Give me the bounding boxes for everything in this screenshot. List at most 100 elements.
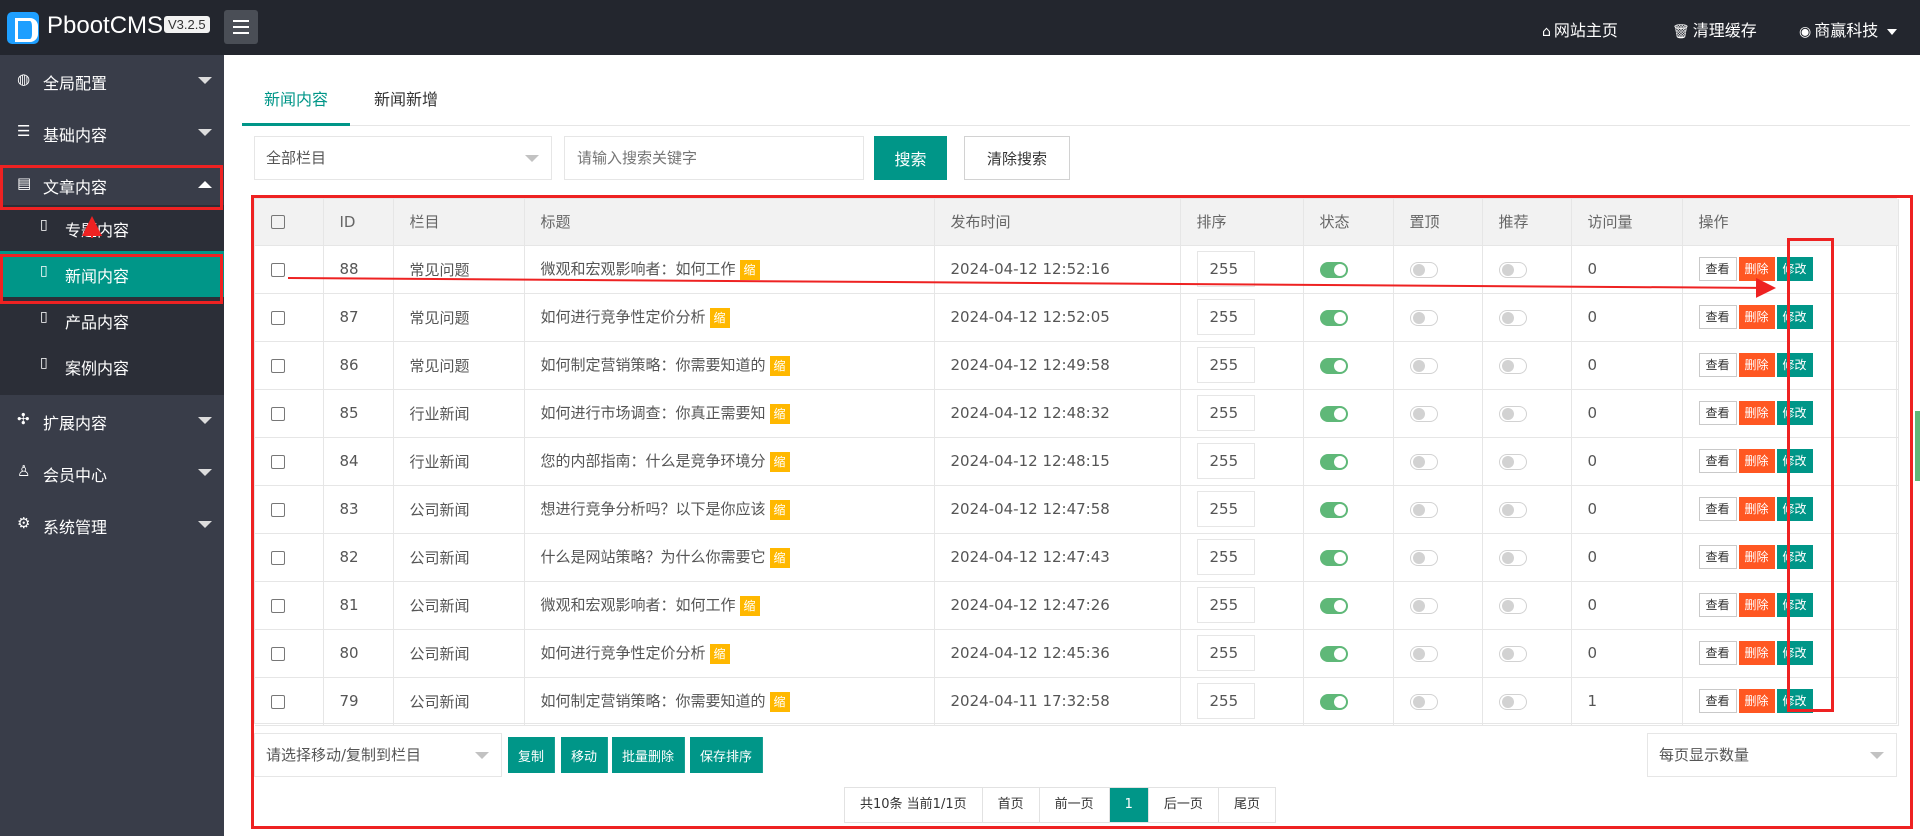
sidebar-item-member-center[interactable]: ♙ 会员中心 [0, 447, 224, 499]
status-toggle[interactable] [1319, 501, 1348, 518]
status-toggle[interactable] [1319, 357, 1348, 374]
edit-button[interactable]: 修改 [1776, 641, 1813, 665]
row-checkbox[interactable] [271, 502, 285, 517]
row-title[interactable]: 微观和宏观影响者：如何工作 [541, 260, 736, 278]
status-toggle[interactable] [1319, 645, 1348, 662]
delete-button[interactable]: 删除 [1738, 353, 1775, 377]
top-toggle[interactable] [1409, 549, 1438, 566]
sidebar-sub-news[interactable]: ▯ 新闻内容 [0, 251, 224, 297]
recommend-toggle[interactable] [1498, 549, 1527, 566]
status-toggle[interactable] [1319, 309, 1348, 326]
row-title[interactable]: 如何进行竞争性定价分析 [541, 308, 706, 326]
row-checkbox[interactable] [271, 694, 285, 709]
row-title[interactable]: 什么是网站策略？为什么你需要它 [541, 548, 766, 566]
view-button[interactable]: 查看 [1698, 305, 1737, 329]
delete-button[interactable]: 删除 [1738, 545, 1775, 569]
edit-button[interactable]: 修改 [1776, 449, 1813, 473]
recommend-toggle[interactable] [1498, 645, 1527, 662]
sidebar-sub-product[interactable]: ▯ 产品内容 [0, 297, 224, 343]
top-toggle[interactable] [1409, 501, 1438, 518]
category-select[interactable]: 全部栏目 [254, 136, 552, 180]
view-button[interactable]: 查看 [1698, 449, 1737, 473]
edit-button[interactable]: 修改 [1776, 401, 1813, 425]
top-toggle[interactable] [1409, 693, 1438, 710]
scrollbar-thumb[interactable] [1915, 411, 1920, 481]
next-page-button[interactable]: 后一页 [1148, 788, 1219, 822]
row-checkbox[interactable] [271, 310, 285, 325]
prev-page-button[interactable]: 前一页 [1039, 788, 1110, 822]
recommend-toggle[interactable] [1498, 453, 1527, 470]
row-title[interactable]: 如何制定营销策略：你需要知道的 [541, 356, 766, 374]
copy-button[interactable]: 复制 [508, 737, 556, 773]
sidebar-item-global-config[interactable]: ◍ 全局配置 [0, 55, 224, 107]
clear-search-button[interactable]: 清除搜索 [964, 136, 1070, 180]
menu-toggle-button[interactable] [224, 10, 258, 44]
move-copy-select[interactable]: 请选择移动/复制到栏目 [254, 733, 502, 777]
edit-button[interactable]: 修改 [1776, 689, 1813, 713]
delete-button[interactable]: 删除 [1738, 593, 1775, 617]
view-button[interactable]: 查看 [1698, 257, 1737, 281]
row-checkbox[interactable] [271, 262, 285, 277]
sidebar-item-system-manage[interactable]: ⚙ 系统管理 [0, 499, 224, 551]
top-toggle[interactable] [1409, 357, 1438, 374]
sidebar-item-basic-content[interactable]: ☰ 基础内容 [0, 107, 224, 159]
top-toggle[interactable] [1409, 405, 1438, 422]
view-button[interactable]: 查看 [1698, 401, 1737, 425]
edit-button[interactable]: 修改 [1776, 353, 1813, 377]
select-all-checkbox[interactable] [271, 215, 285, 230]
tab-news-add[interactable]: 新闻新增 [352, 77, 460, 126]
view-button[interactable]: 查看 [1698, 545, 1737, 569]
delete-button[interactable]: 删除 [1738, 257, 1775, 281]
row-title[interactable]: 如何进行竞争性定价分析 [541, 644, 706, 662]
save-sort-button[interactable]: 保存排序 [690, 737, 764, 773]
sidebar-sub-case[interactable]: ▯ 案例内容 [0, 343, 224, 389]
top-toggle[interactable] [1409, 645, 1438, 662]
edit-button[interactable]: 修改 [1776, 257, 1813, 281]
current-page[interactable]: 1 [1109, 788, 1149, 822]
view-button[interactable]: 查看 [1698, 689, 1737, 713]
view-button[interactable]: 查看 [1698, 641, 1737, 665]
edit-button[interactable]: 修改 [1776, 497, 1813, 521]
row-checkbox[interactable] [271, 598, 285, 613]
sort-input[interactable]: 255 [1196, 539, 1255, 575]
tab-news-content[interactable]: 新闻内容 [242, 77, 351, 126]
per-page-select[interactable]: 每页显示数量 [1647, 733, 1897, 777]
recommend-toggle[interactable] [1498, 357, 1527, 374]
sort-input[interactable]: 255 [1196, 299, 1255, 335]
sort-input[interactable]: 255 [1196, 347, 1255, 383]
sort-input[interactable]: 255 [1196, 443, 1255, 479]
row-title[interactable]: 微观和宏观影响者：如何工作 [541, 596, 736, 614]
search-button[interactable]: 搜索 [874, 136, 947, 180]
edit-button[interactable]: 修改 [1776, 305, 1813, 329]
site-home-link[interactable]: ⌂ 网站主页 [1542, 17, 1618, 41]
sort-input[interactable]: 255 [1196, 251, 1255, 287]
recommend-toggle[interactable] [1498, 501, 1527, 518]
row-checkbox[interactable] [271, 406, 285, 421]
row-checkbox[interactable] [271, 358, 285, 373]
row-checkbox[interactable] [271, 550, 285, 565]
row-title[interactable]: 想进行竞争分析吗？以下是你应该 [541, 500, 766, 518]
sort-input[interactable]: 255 [1196, 635, 1255, 671]
delete-button[interactable]: 删除 [1738, 305, 1775, 329]
move-button[interactable]: 移动 [561, 737, 609, 773]
sidebar-sub-special[interactable]: ▯ 专题内容 [0, 205, 224, 251]
batch-delete-button[interactable]: 批量删除 [612, 737, 686, 773]
sidebar-item-extend-content[interactable]: ✣ 扩展内容 [0, 395, 224, 447]
edit-button[interactable]: 修改 [1776, 593, 1813, 617]
top-toggle[interactable] [1409, 453, 1438, 470]
sort-input[interactable]: 255 [1196, 491, 1255, 527]
row-title[interactable]: 如何制定营销策略：你需要知道的 [541, 692, 766, 710]
status-toggle[interactable] [1319, 693, 1348, 710]
sidebar-item-article-content[interactable]: ▤ 文章内容 [0, 159, 224, 211]
status-toggle[interactable] [1319, 549, 1348, 566]
delete-button[interactable]: 删除 [1738, 401, 1775, 425]
row-title[interactable]: 您的内部指南：什么是竞争环境分 [541, 452, 766, 470]
status-toggle[interactable] [1319, 261, 1348, 278]
edit-button[interactable]: 修改 [1776, 545, 1813, 569]
recommend-toggle[interactable] [1498, 261, 1527, 278]
view-button[interactable]: 查看 [1698, 497, 1737, 521]
delete-button[interactable]: 删除 [1738, 497, 1775, 521]
recommend-toggle[interactable] [1498, 405, 1527, 422]
view-button[interactable]: 查看 [1698, 353, 1737, 377]
row-checkbox[interactable] [271, 646, 285, 661]
